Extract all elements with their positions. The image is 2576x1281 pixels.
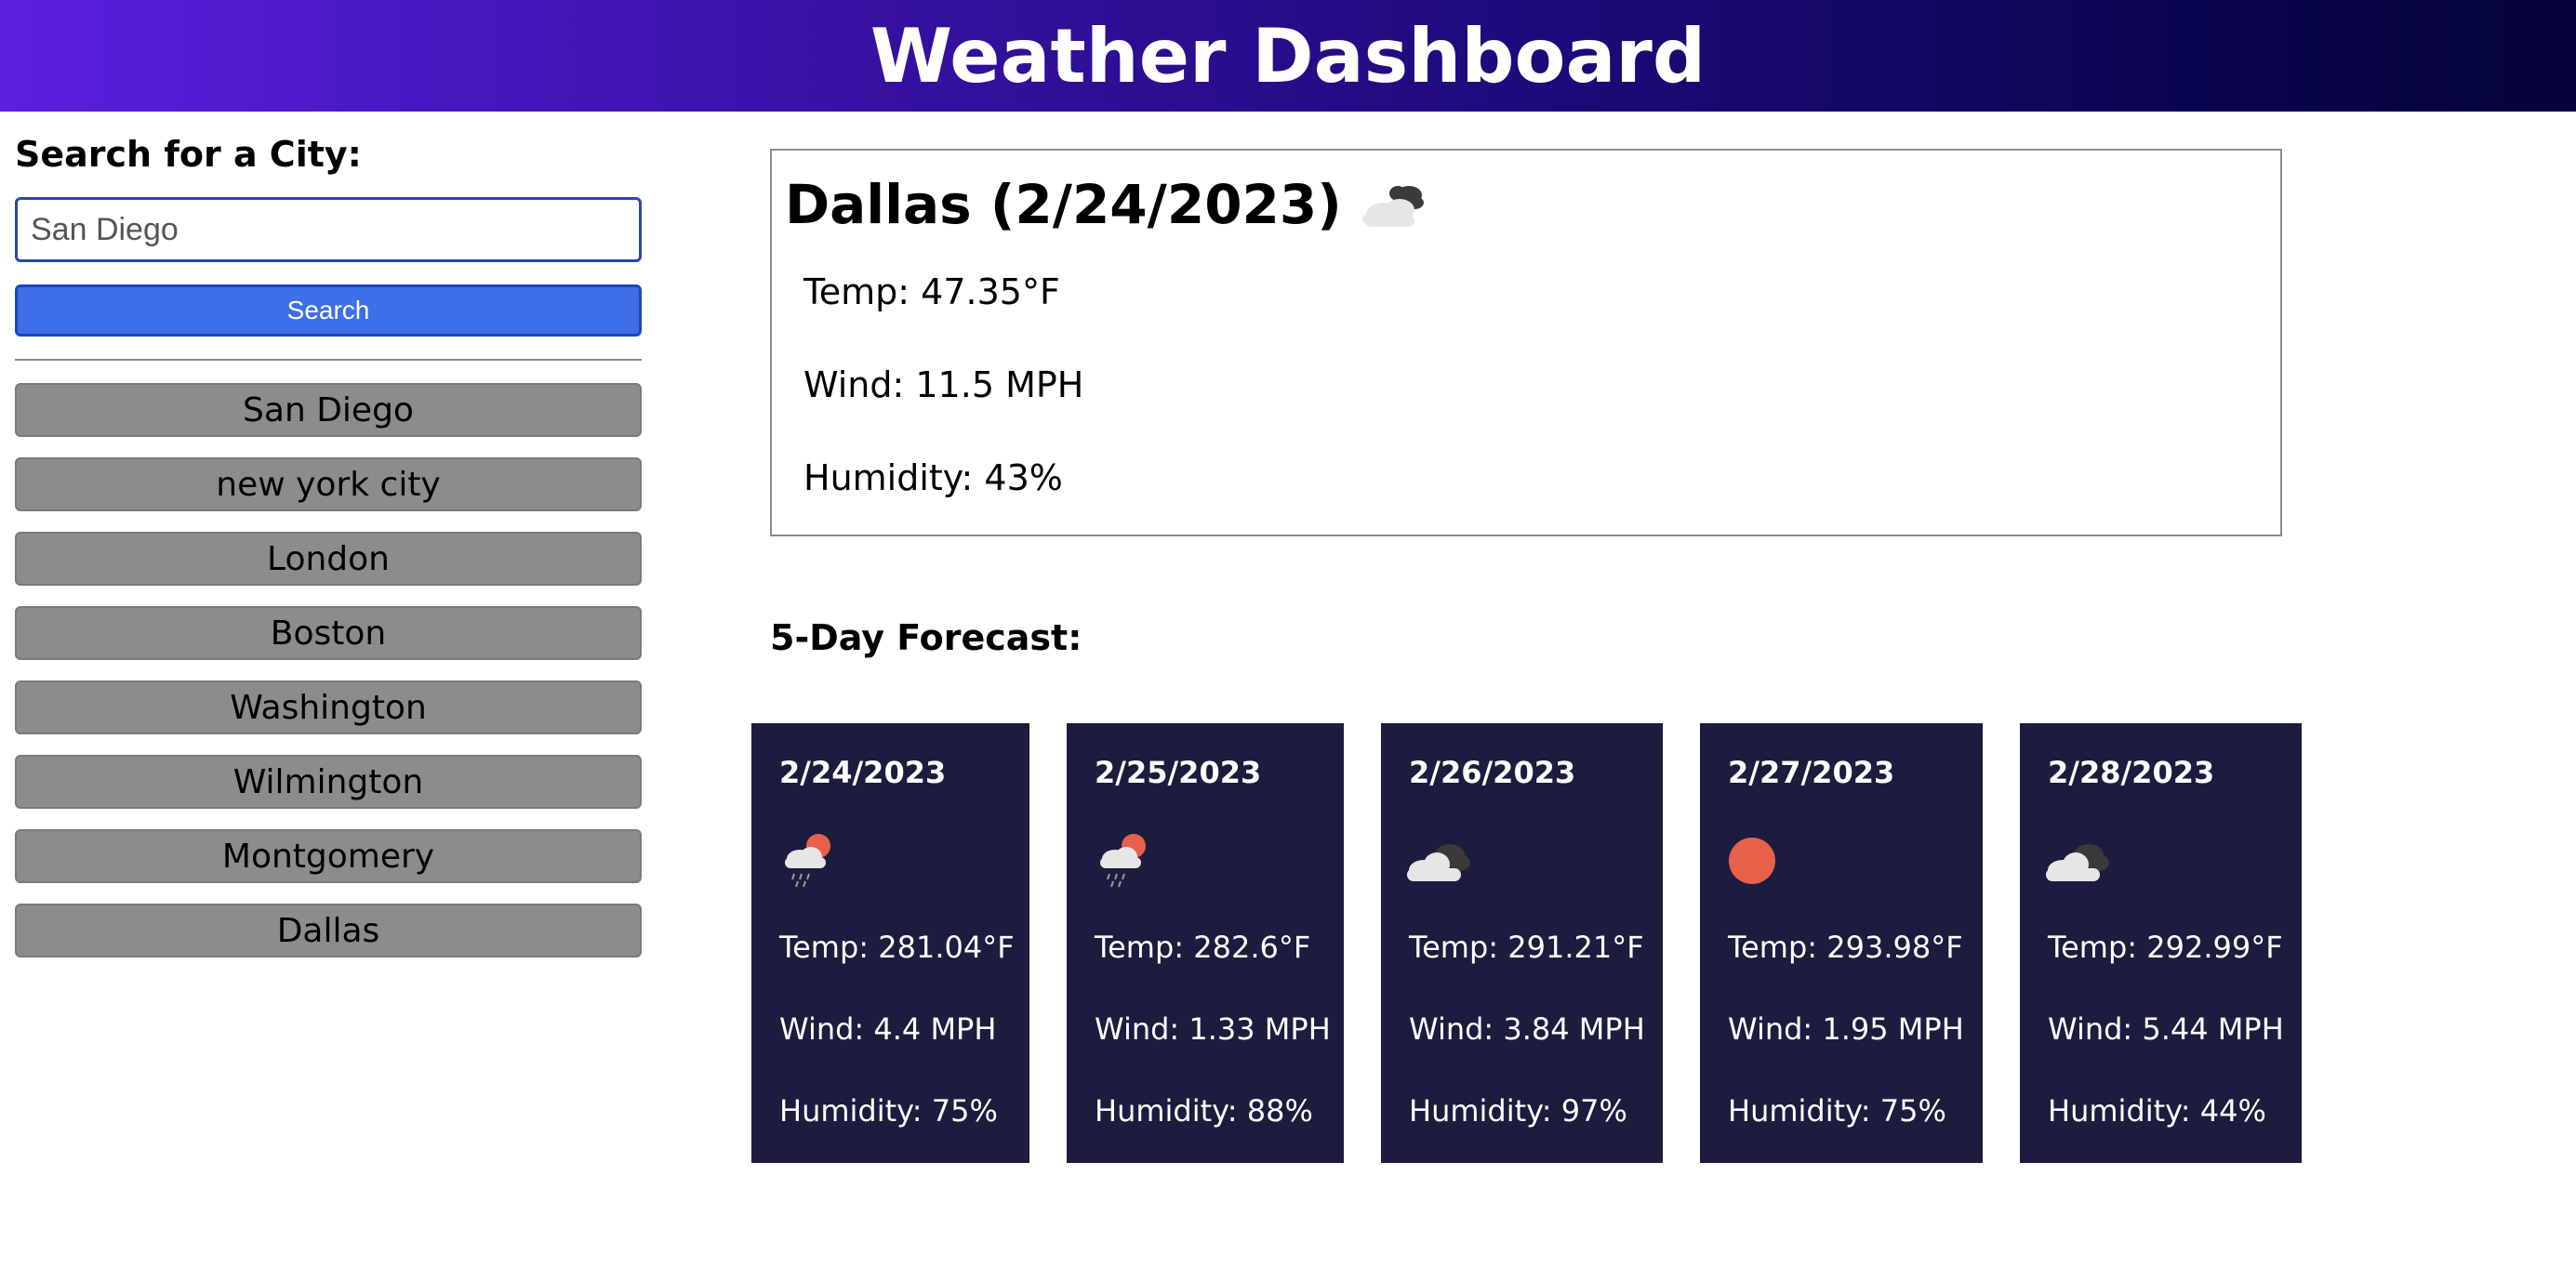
history-button-wilmington[interactable]: Wilmington — [15, 755, 642, 809]
current-city-date: Dallas (2/24/2023) — [785, 173, 1342, 236]
forecast-card: 2/25/2023 Temp: 282.6°F Wind: 1.33 MPH H… — [1067, 723, 1344, 1163]
forecast-humidity: Humidity: 75% — [779, 1093, 998, 1129]
current-humidity: Humidity: 43% — [803, 457, 1063, 498]
forecast-temp: Temp: 292.99°F — [2048, 930, 2283, 965]
clouds-icon — [1357, 175, 1431, 234]
forecast-card: 2/28/2023 Temp: 292.99°F Wind: 5.44 MPH … — [2020, 723, 2302, 1163]
forecast-humidity: Humidity: 88% — [1095, 1093, 1313, 1129]
search-input[interactable] — [15, 197, 642, 262]
page-header: Weather Dashboard — [0, 0, 2576, 112]
history-button-montgomery[interactable]: Montgomery — [15, 829, 642, 883]
forecast-temp: Temp: 293.98°F — [1728, 930, 1963, 965]
history-button-london[interactable]: London — [15, 532, 642, 586]
forecast-humidity: Humidity: 97% — [1409, 1093, 1627, 1129]
history-button-new-york-city[interactable]: new york city — [15, 457, 642, 511]
rain-sun-icon — [1095, 833, 1169, 892]
history-button-washington[interactable]: Washington — [15, 680, 642, 734]
sidebar-divider — [15, 359, 642, 361]
forecast-card: 2/24/2023 Temp: 281.04°F Wind: 4.4 MPH H… — [751, 723, 1029, 1163]
forecast-wind: Wind: 1.95 MPH — [1728, 1011, 1964, 1047]
history-button-dallas[interactable]: Dallas — [15, 904, 642, 957]
forecast-date: 2/26/2023 — [1409, 755, 1576, 790]
search-button[interactable]: Search — [15, 284, 642, 337]
forecast-humidity: Humidity: 75% — [1728, 1093, 1946, 1129]
page-title: Weather Dashboard — [870, 12, 1706, 99]
history-button-san-diego[interactable]: San Diego — [15, 383, 642, 437]
forecast-date: 2/28/2023 — [2048, 755, 2215, 790]
forecast-wind: Wind: 1.33 MPH — [1095, 1011, 1331, 1047]
forecast-temp: Temp: 291.21°F — [1409, 930, 1644, 965]
forecast-date: 2/24/2023 — [779, 755, 947, 790]
history-button-boston[interactable]: Boston — [15, 606, 642, 660]
search-label: Search for a City: — [15, 134, 362, 175]
forecast-date: 2/27/2023 — [1728, 755, 1895, 790]
forecast-wind: Wind: 3.84 MPH — [1409, 1011, 1645, 1047]
broken-clouds-icon — [1403, 833, 1478, 892]
forecast-heading: 5-Day Forecast: — [770, 617, 1082, 658]
search-history-list: San Diego new york city London Boston Wa… — [15, 383, 642, 978]
forecast-wind: Wind: 5.44 MPH — [2048, 1011, 2284, 1047]
current-wind: Wind: 11.5 MPH — [803, 364, 1084, 405]
forecast-wind: Wind: 4.4 MPH — [779, 1011, 997, 1047]
sun-icon — [1728, 833, 1802, 892]
forecast-temp: Temp: 281.04°F — [779, 930, 1015, 965]
forecast-card: 2/27/2023 Temp: 293.98°F Wind: 1.95 MPH … — [1700, 723, 1983, 1163]
forecast-humidity: Humidity: 44% — [2048, 1093, 2266, 1129]
forecast-card: 2/26/2023 Temp: 291.21°F Wind: 3.84 MPH … — [1381, 723, 1663, 1163]
forecast-date: 2/25/2023 — [1095, 755, 1262, 790]
current-weather-title: Dallas (2/24/2023) — [785, 173, 1431, 236]
current-weather-card: Dallas (2/24/2023) Temp: 47.35°F Wind: 1… — [770, 149, 2282, 536]
forecast-temp: Temp: 282.6°F — [1095, 930, 1311, 965]
rain-sun-icon — [779, 833, 854, 892]
current-temp: Temp: 47.35°F — [803, 271, 1060, 312]
broken-clouds-icon — [2042, 833, 2117, 892]
